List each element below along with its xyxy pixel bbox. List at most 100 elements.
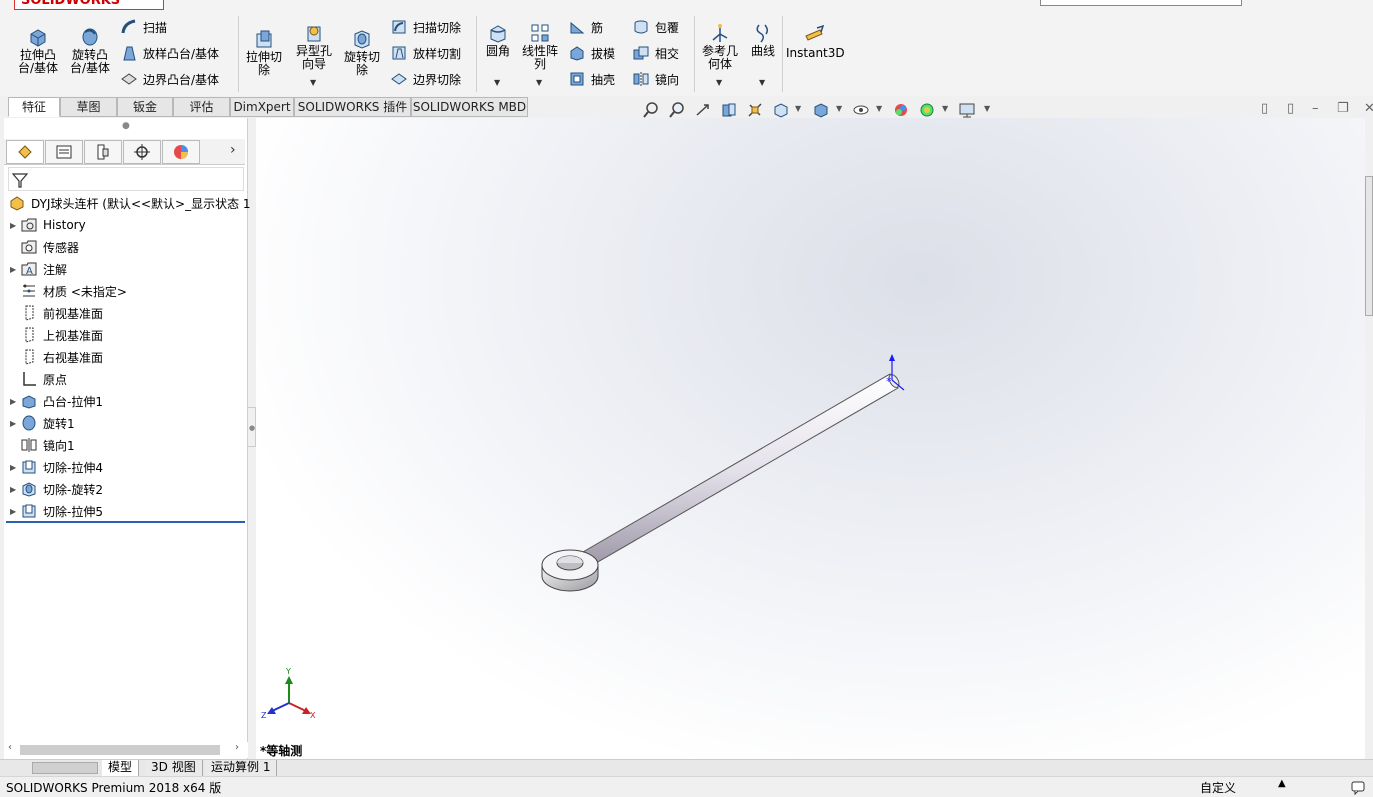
reference-geometry-button[interactable]: 参考几 何体: [698, 22, 742, 71]
rod-body[interactable]: [575, 373, 901, 571]
tree-item-right-plane[interactable]: 右视基准面: [10, 347, 103, 367]
linear-pattern-button[interactable]: 线性阵列: [518, 22, 562, 71]
tab-3d-views[interactable]: 3D 视图: [145, 760, 203, 776]
display-style-icon[interactable]: [812, 101, 830, 119]
tree-root-part[interactable]: DYJ球头连杆 (默认<<默认>_显示状态 1: [8, 193, 251, 213]
panel-grip-icon[interactable]: ●: [122, 121, 130, 131]
curves-dropdown-icon[interactable]: ▼: [759, 78, 765, 87]
tree-item-revolve1[interactable]: ▶ 旋转1: [10, 413, 75, 433]
tab-features[interactable]: 特征: [8, 97, 60, 117]
hide-show-items-icon[interactable]: [852, 101, 870, 119]
status-customize[interactable]: 自定义: [1200, 779, 1236, 796]
tree-item-annotations[interactable]: ▶ A 注解: [10, 259, 67, 279]
tree-item-front-plane[interactable]: 前视基准面: [10, 303, 103, 323]
tree-item-sensors[interactable]: 传感器: [10, 237, 79, 257]
instant3d-button[interactable]: Instant3D: [786, 24, 845, 60]
extruded-cut-button[interactable]: 拉伸切除: [242, 28, 286, 77]
tree-item-cut-extrude5[interactable]: ▶ 切除-拉伸5: [10, 501, 103, 521]
zoom-to-fit-icon[interactable]: [642, 101, 660, 119]
swept-cut-button[interactable]: 扫描切除: [390, 17, 461, 37]
expand-arrow-icon[interactable]: ▶: [10, 507, 20, 516]
panel-tabs-more-icon[interactable]: ›: [230, 142, 236, 158]
loft-boss-button[interactable]: 放样凸台/基体: [120, 43, 219, 63]
search-input[interactable]: [1040, 0, 1242, 6]
graphics-area[interactable]: * Y X Z: [256, 118, 1365, 759]
maximize-icon[interactable]: ❐: [1337, 101, 1349, 116]
rod-eye-end[interactable]: [541, 549, 599, 592]
boundary-cut-button[interactable]: 边界切除: [390, 69, 461, 89]
tree-filter[interactable]: [8, 167, 244, 191]
expand-arrow-icon[interactable]: ▶: [10, 265, 20, 274]
extruded-boss-button[interactable]: 拉伸凸 台/基体: [14, 26, 62, 75]
view-settings-dropdown-icon[interactable]: ▼: [984, 104, 990, 113]
expand-arrow-icon[interactable]: ▶: [10, 485, 20, 494]
scene-dropdown-icon[interactable]: ▼: [942, 104, 948, 113]
curves-button[interactable]: 曲线: [746, 22, 780, 58]
mirror-button[interactable]: 镜向: [632, 69, 679, 89]
expand-arrow-icon[interactable]: ▶: [10, 463, 20, 472]
tab-evaluate[interactable]: 评估: [173, 97, 230, 117]
hole-wizard-dropdown-icon[interactable]: ▼: [310, 78, 316, 87]
view-orientation-dropdown-icon[interactable]: ▼: [795, 104, 801, 113]
previous-view-icon[interactable]: [694, 101, 712, 119]
expand-arrow-icon[interactable]: ▶: [10, 221, 20, 230]
tab-solidworks-addins[interactable]: SOLIDWORKS 插件: [294, 97, 411, 117]
pattern-dropdown-icon[interactable]: ▼: [536, 78, 542, 87]
tree-item-mirror1[interactable]: 镜向1: [10, 435, 75, 455]
fillet-button[interactable]: 圆角: [480, 22, 516, 58]
display-style-dropdown-icon[interactable]: ▼: [836, 104, 842, 113]
task-pane-tabs[interactable]: [1365, 176, 1373, 316]
zoom-to-area-icon[interactable]: [668, 101, 686, 119]
boundary-boss-button[interactable]: 边界凸台/基体: [120, 69, 219, 89]
hide-show-dropdown-icon[interactable]: ▼: [876, 104, 882, 113]
reference-geometry-dropdown-icon[interactable]: ▼: [716, 78, 722, 87]
rollback-bar[interactable]: [6, 521, 245, 523]
hole-wizard-button[interactable]: 异型孔 向导: [292, 22, 336, 71]
edit-appearance-icon[interactable]: [892, 101, 910, 119]
tab-motion-study-1[interactable]: 运动算例 1: [205, 760, 278, 776]
tab-sketch[interactable]: 草图: [60, 97, 117, 117]
shell-button[interactable]: 抽壳: [568, 69, 615, 89]
status-chat-icon[interactable]: [1350, 779, 1366, 795]
close-icon[interactable]: ✕: [1364, 101, 1373, 116]
feature-manager-tab[interactable]: [6, 140, 44, 164]
revolved-boss-button[interactable]: 旋转凸 台/基体: [66, 26, 114, 75]
intersect-button[interactable]: 相交: [632, 43, 679, 63]
configuration-manager-tab[interactable]: [84, 140, 122, 164]
minimize-icon[interactable]: –: [1312, 101, 1319, 116]
tree-item-top-plane[interactable]: 上视基准面: [10, 325, 103, 345]
lofted-cut-button[interactable]: 放样切割: [390, 43, 461, 63]
tree-item-origin[interactable]: 原点: [10, 369, 67, 389]
sweep-button[interactable]: 扫描: [120, 17, 167, 37]
scroll-right-icon[interactable]: ›: [235, 742, 239, 753]
tab-solidworks-mbd[interactable]: SOLIDWORKS MBD: [411, 97, 528, 117]
panel-splitter[interactable]: ●: [248, 407, 256, 447]
tree-item-cut-extrude4[interactable]: ▶ 切除-拉伸4: [10, 457, 103, 477]
rib-button[interactable]: 筋: [568, 17, 603, 37]
dynamic-annotation-views-icon[interactable]: [746, 101, 764, 119]
view-orientation-icon[interactable]: [772, 101, 790, 119]
tab-dimxpert[interactable]: DimXpert: [230, 97, 294, 117]
tree-item-boss-extrude1[interactable]: ▶ 凸台-拉伸1: [10, 391, 103, 411]
solidworks-logo[interactable]: SOLIDWORKS: [14, 0, 164, 10]
tab-scroll-buttons[interactable]: [32, 762, 98, 774]
apply-scene-icon[interactable]: [918, 101, 936, 119]
tree-item-cut-revolve2[interactable]: ▶ 切除-旋转2: [10, 479, 103, 499]
dimxpert-manager-tab[interactable]: [123, 140, 161, 164]
restore-panel-icon[interactable]: ▯: [1261, 101, 1268, 116]
tree-item-material[interactable]: 材质 <未指定>: [10, 281, 127, 301]
revolved-cut-button[interactable]: 旋转切除: [340, 28, 384, 77]
tile-icon[interactable]: ▯: [1287, 101, 1294, 116]
wrap-button[interactable]: 包覆: [632, 17, 679, 37]
tab-model[interactable]: 模型: [102, 760, 140, 776]
tree-horizontal-scrollbar[interactable]: ‹ ›: [4, 742, 248, 758]
section-view-icon[interactable]: [720, 101, 738, 119]
view-settings-icon[interactable]: [958, 101, 976, 119]
draft-button[interactable]: 拔模: [568, 43, 615, 63]
tree-item-history[interactable]: ▶ History: [10, 215, 86, 235]
status-up-arrow-icon[interactable]: ▲: [1278, 778, 1286, 789]
expand-arrow-icon[interactable]: ▶: [10, 397, 20, 406]
property-manager-tab[interactable]: [45, 140, 83, 164]
scroll-left-icon[interactable]: ‹: [8, 742, 12, 753]
display-manager-tab[interactable]: [162, 140, 200, 164]
